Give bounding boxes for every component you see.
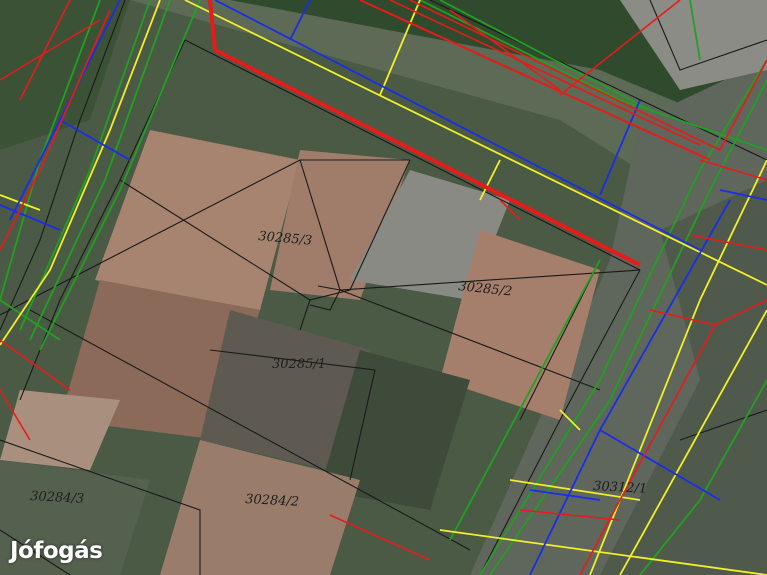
parcel-label-30284-3[interactable]: 30284/3 [30, 489, 85, 507]
cadastral-map[interactable]: 30285/3 30285/2 30285/1 30284/3 30284/2 … [0, 0, 767, 575]
jofogas-logo: Jófogás [10, 538, 103, 564]
parcel-label-30312-1[interactable]: 30312/1 [593, 479, 648, 497]
parcel-label-30285-1[interactable]: 30285/1 [272, 357, 326, 372]
map-canvas: 30285/3 30285/2 30285/1 30284/3 30284/2 … [0, 0, 767, 575]
parcel-label-30284-2[interactable]: 30284/2 [245, 492, 300, 510]
